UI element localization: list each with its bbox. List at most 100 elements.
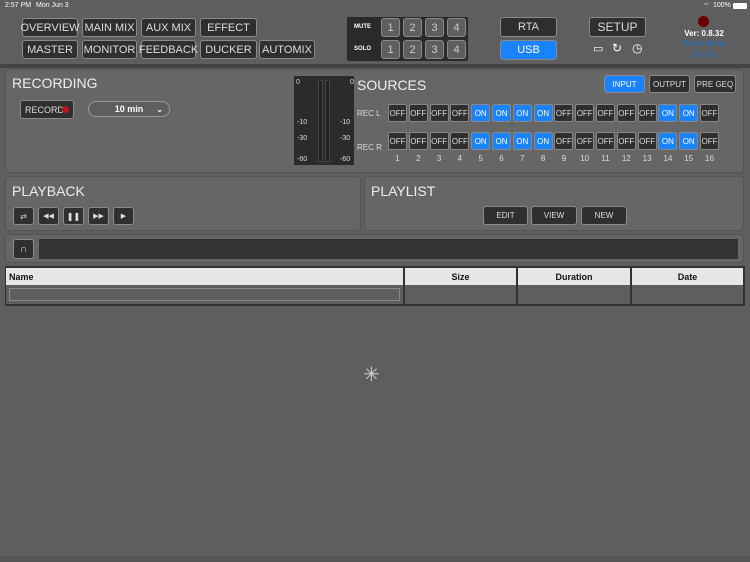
rec-l-toggle-9[interactable]: OFF (554, 104, 574, 122)
nav-ducker[interactable]: DUCKER (200, 40, 257, 59)
channel-number: 10 (580, 154, 590, 163)
play-icon: ▶ (120, 213, 127, 220)
rec-r-label: REC R (357, 143, 382, 152)
status-time: 2:57 PM (5, 2, 32, 9)
column-duration[interactable]: Duration (518, 268, 631, 285)
setup-button[interactable]: SETUP (589, 17, 646, 37)
column-name[interactable]: Name (6, 268, 404, 285)
fast-forward-button[interactable]: ▶▶ (88, 207, 109, 225)
solo-4-button[interactable]: 4 (447, 40, 466, 59)
nav-main-mix[interactable]: MAIN MIX (82, 18, 137, 37)
channel-number: 16 (705, 154, 714, 163)
rec-r-toggle-8[interactable]: ON (533, 132, 553, 150)
rec-l-toggle-6[interactable]: ON (492, 104, 511, 122)
rec-l-toggle-11[interactable]: OFF (596, 104, 615, 122)
tab-input[interactable]: INPUT (604, 75, 645, 93)
record-label: RECORD (25, 104, 65, 115)
record-dot-icon (62, 106, 69, 113)
rewind-button[interactable]: ◀◀ (38, 207, 59, 225)
rec-r-toggle-16[interactable]: OFF (700, 132, 719, 150)
nav-feedback[interactable]: FEEDBACK (139, 40, 198, 59)
rta-button[interactable]: RTA (500, 17, 557, 37)
rec-r-toggle-5[interactable]: ON (471, 132, 491, 150)
new-button[interactable]: NEW (581, 206, 627, 225)
meter-label-left: -30 (297, 135, 308, 142)
rec-l-toggle-12[interactable]: OFF (616, 104, 636, 122)
column-size[interactable]: Size (405, 268, 517, 285)
rec-l-toggle-14[interactable]: ON (658, 104, 678, 122)
usb-button[interactable]: USB (500, 40, 557, 60)
mute-4-button[interactable]: 4 (447, 18, 466, 37)
rec-r-toggle-6[interactable]: ON (492, 132, 511, 150)
divider (0, 64, 750, 68)
channel-number: 8 (540, 154, 546, 163)
rec-r-toggle-11[interactable]: OFF (596, 132, 615, 150)
meter-label-left: -60 (297, 156, 308, 163)
edit-button[interactable]: EDIT (483, 206, 528, 225)
pause-button[interactable]: ❚❚ (63, 207, 84, 225)
rec-l-toggle-8[interactable]: ON (533, 104, 553, 122)
sources-title: SOURCES (357, 77, 427, 93)
rec-r-toggle-2[interactable]: OFF (408, 132, 428, 150)
solo-1-button[interactable]: 1 (381, 40, 400, 59)
demo-mode-text: Demo Mode (681, 39, 727, 48)
version-text: Ver: 0.8.32 (684, 29, 724, 38)
channel-number: 14 (663, 154, 673, 163)
channel-number: 1 (395, 154, 400, 163)
rec-l-toggle-4[interactable]: OFF (450, 104, 470, 122)
repeat-button[interactable]: ⇄ (13, 207, 34, 225)
mute-3-button[interactable]: 3 (425, 18, 444, 37)
rec-l-toggle-2[interactable]: OFF (408, 104, 428, 122)
solo-3-button[interactable]: 3 (425, 40, 444, 59)
status-date: Mon Jun 3 (36, 2, 69, 9)
mute-1-button[interactable]: 1 (381, 18, 400, 37)
path-field[interactable] (39, 239, 738, 259)
back-button[interactable]: ∩ (13, 239, 34, 259)
rec-r-toggle-1[interactable]: OFF (388, 132, 407, 150)
rec-l-toggle-10[interactable]: OFF (575, 104, 595, 122)
rec-r-toggle-4[interactable]: OFF (450, 132, 470, 150)
rec-l-toggle-13[interactable]: OFF (637, 104, 657, 122)
tab-pre-geq[interactable]: PRE GEQ (694, 75, 736, 93)
nav-master[interactable]: MASTER (22, 40, 78, 59)
history-icon[interactable]: ◷ (632, 41, 642, 55)
folder-icon[interactable]: ▭ (593, 42, 603, 55)
meter-bar-left (318, 80, 323, 162)
rec-r-toggle-10[interactable]: OFF (575, 132, 595, 150)
tab-output[interactable]: OUTPUT (649, 75, 690, 93)
view-button[interactable]: VIEW (531, 206, 577, 225)
table-row[interactable] (6, 285, 404, 305)
rec-l-toggle-5[interactable]: ON (471, 104, 491, 122)
rec-l-toggle-7[interactable]: ON (512, 104, 532, 122)
rec-l-toggle-3[interactable]: OFF (429, 104, 449, 122)
record-button[interactable]: RECORD (20, 100, 74, 119)
rec-l-toggle-15[interactable]: ON (679, 104, 699, 122)
column-date[interactable]: Date (632, 268, 744, 285)
play-button[interactable]: ▶ (113, 207, 134, 225)
rec-r-toggle-3[interactable]: OFF (429, 132, 449, 150)
duration-select[interactable]: 10 min ⌄ (88, 101, 170, 117)
nav-aux-mix[interactable]: AUX MIX (141, 18, 196, 37)
nav-monitor[interactable]: MONITOR (82, 40, 137, 59)
playlist-title: PLAYLIST (371, 183, 436, 199)
rec-r-toggle-7[interactable]: ON (512, 132, 532, 150)
rec-r-toggle-13[interactable]: OFF (637, 132, 657, 150)
rec-r-toggle-15[interactable]: ON (679, 132, 699, 150)
bottom-bar (0, 556, 750, 562)
refresh-icon[interactable]: ↻ (612, 41, 622, 55)
meter-label-left: 0 (296, 79, 300, 86)
rec-l-toggle-16[interactable]: OFF (700, 104, 719, 122)
name-cell-field[interactable] (9, 288, 400, 301)
rec-r-toggle-14[interactable]: ON (658, 132, 678, 150)
duration-cell (518, 285, 631, 305)
nav-automix[interactable]: AUTOMIX (259, 40, 315, 59)
nav-overview[interactable]: OVERVIEW (20, 18, 80, 37)
rec-r-toggle-12[interactable]: OFF (616, 132, 636, 150)
rec-l-toggle-1[interactable]: OFF (388, 104, 407, 122)
meter-label-right: -10 (340, 119, 351, 126)
mute-2-button[interactable]: 2 (403, 18, 422, 37)
nav-effect[interactable]: EFFECT (200, 18, 257, 37)
fast-forward-icon: ▶▶ (93, 213, 104, 220)
rec-r-toggle-9[interactable]: OFF (554, 132, 574, 150)
solo-2-button[interactable]: 2 (403, 40, 422, 59)
